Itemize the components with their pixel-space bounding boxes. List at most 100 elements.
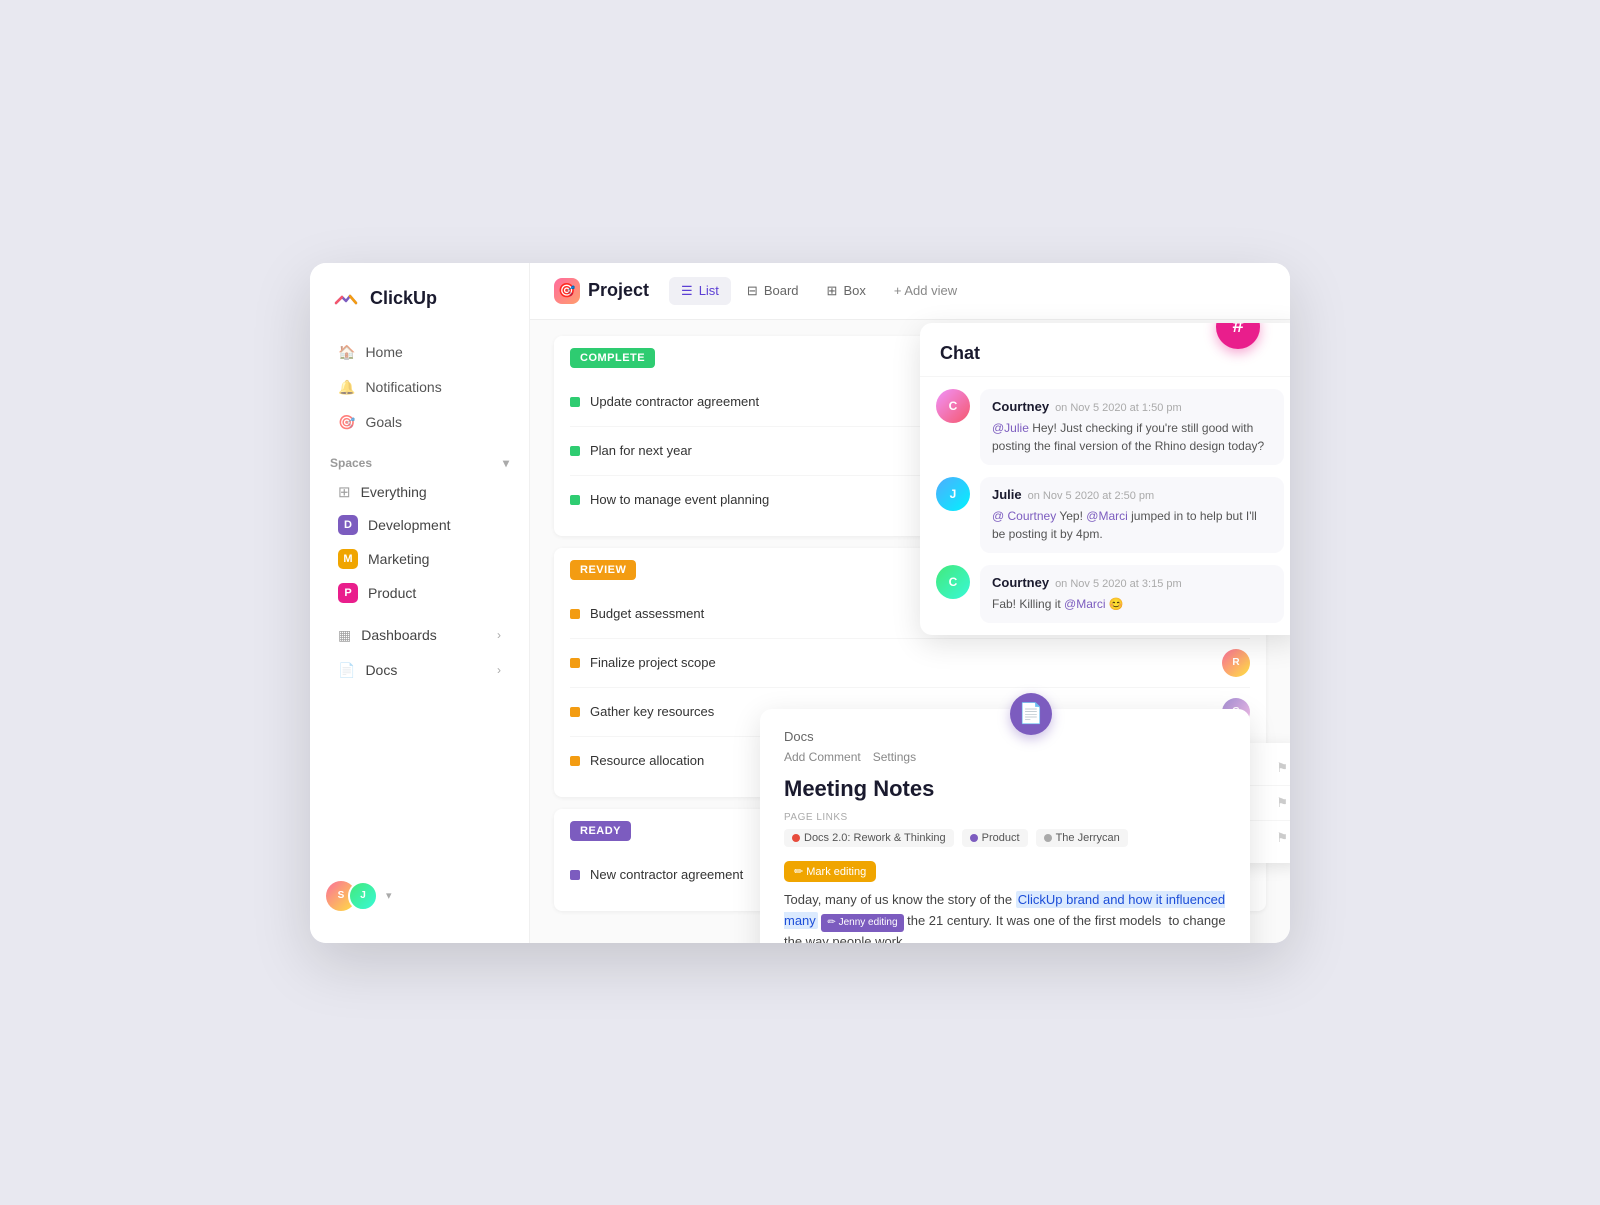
flag-icon-1: ⚑ — [1276, 760, 1288, 776]
task-row[interactable]: Finalize project scope R — [570, 639, 1250, 688]
courtney-avatar: C — [936, 389, 970, 423]
docs-panel: 📄 Docs Add Comment Settings Meeting Note… — [760, 709, 1250, 943]
list-icon: ☰ — [681, 283, 693, 299]
view-tabs: ☰ List ⊟ Board ⊞ Box + Add view — [669, 277, 969, 305]
mention-courtney: @ Courtney — [992, 509, 1056, 523]
logo-area: ClickUp — [310, 283, 529, 335]
tab-board[interactable]: ⊟ Board — [735, 277, 811, 305]
courtney2-avatar: C — [936, 565, 970, 599]
top-bar: 🎯 Project ☰ List ⊟ Board ⊞ Box + Add vie… — [530, 263, 1290, 320]
mention-marci: @Marci — [1086, 509, 1128, 523]
page-links: Docs 2.0: Rework & Thinking Product The … — [784, 829, 1226, 847]
task-status-dot — [570, 397, 580, 407]
tab-box[interactable]: ⊞ Box — [815, 277, 878, 305]
complete-badge: COMPLETE — [570, 348, 655, 368]
dashboards-chevron-icon: › — [497, 628, 501, 642]
docs-actions: Add Comment Settings — [784, 750, 1226, 764]
user-area[interactable]: S J ▾ — [310, 869, 529, 923]
page-link-dot-3 — [1044, 834, 1052, 842]
sidebar-item-marketing[interactable]: M Marketing — [318, 542, 521, 576]
sidebar-item-goals[interactable]: 🎯 Goals — [318, 405, 521, 440]
grid-icon: ⊞ — [338, 483, 351, 501]
sidebar-item-dashboards[interactable]: ▦ Dashboards › — [318, 618, 521, 653]
sidebar-item-everything[interactable]: ⊞ Everything — [318, 476, 521, 508]
notifications-label: Notifications — [365, 379, 441, 395]
review-badge: REVIEW — [570, 560, 636, 580]
chat-author-3: Courtney — [992, 575, 1049, 590]
spaces-section-header: Spaces ▾ — [310, 440, 529, 476]
app-name: ClickUp — [370, 288, 437, 309]
project-title: 🎯 Project — [554, 278, 649, 304]
chat-text-3: Fab! Killing it @Marci 😊 — [992, 595, 1272, 613]
sidebar-item-home[interactable]: 🏠 Home — [318, 335, 521, 370]
chat-author-1: Courtney — [992, 399, 1049, 414]
marketing-badge: M — [338, 549, 358, 569]
page-links-label: PAGE LINKS — [784, 812, 1226, 823]
docs-chevron-icon: › — [497, 663, 501, 677]
chat-bubble-1: Courtney on Nov 5 2020 at 1:50 pm @Julie… — [980, 389, 1284, 465]
mention-marci2: @Marci — [1064, 597, 1106, 611]
sidebar: ClickUp 🏠 Home 🔔 Notifications 🎯 Goals S… — [310, 263, 530, 943]
app-container: ClickUp 🏠 Home 🔔 Notifications 🎯 Goals S… — [310, 263, 1290, 943]
page-link-1[interactable]: Docs 2.0: Rework & Thinking — [784, 829, 954, 847]
task-status-dot — [570, 658, 580, 668]
settings-button[interactable]: Settings — [873, 750, 916, 764]
chat-message-3: C Courtney on Nov 5 2020 at 3:15 pm Fab!… — [936, 565, 1284, 623]
chat-bubble-3: Courtney on Nov 5 2020 at 3:15 pm Fab! K… — [980, 565, 1284, 623]
task-status-dot — [570, 495, 580, 505]
sidebar-item-development[interactable]: D Development — [318, 508, 521, 542]
sidebar-item-product[interactable]: P Product — [318, 576, 521, 610]
task-status-dot — [570, 609, 580, 619]
development-label: Development — [368, 517, 451, 533]
add-comment-button[interactable]: Add Comment — [784, 750, 861, 764]
dashboard-icon: ▦ — [338, 627, 351, 644]
julie-avatar: J — [936, 477, 970, 511]
docs-floating-button[interactable]: 📄 — [1010, 693, 1052, 735]
flag-icon-3: ⚑ — [1276, 830, 1288, 846]
mark-editing-button[interactable]: ✏ Mark editing — [784, 861, 876, 882]
everything-label: Everything — [361, 484, 427, 500]
goals-icon: 🎯 — [338, 414, 355, 431]
chat-text-2: @ Courtney Yep! @Marci jumped in to help… — [992, 507, 1272, 543]
page-link-3[interactable]: The Jerrycan — [1036, 829, 1128, 847]
chat-time-2: on Nov 5 2020 at 2:50 pm — [1028, 490, 1155, 502]
tab-list[interactable]: ☰ List — [669, 277, 731, 305]
chat-meta-1: Courtney on Nov 5 2020 at 1:50 pm — [992, 399, 1272, 414]
task-name: Finalize project scope — [590, 655, 1212, 670]
page-link-dot-1 — [792, 834, 800, 842]
board-icon: ⊟ — [747, 283, 758, 299]
bell-icon: 🔔 — [338, 379, 355, 396]
marketing-label: Marketing — [368, 551, 429, 567]
chat-time-3: on Nov 5 2020 at 3:15 pm — [1055, 578, 1182, 590]
home-label: Home — [365, 344, 402, 360]
docs-title: Meeting Notes — [784, 776, 1226, 802]
chat-message-2: J Julie on Nov 5 2020 at 2:50 pm @ Court… — [936, 477, 1284, 553]
project-icon: 🎯 — [554, 278, 580, 304]
flag-icon-2: ⚑ — [1276, 795, 1288, 811]
chat-text-1: @Julie Hey! Just checking if you're stil… — [992, 419, 1272, 455]
chat-meta-3: Courtney on Nov 5 2020 at 3:15 pm — [992, 575, 1272, 590]
box-icon: ⊞ — [827, 283, 838, 299]
page-link-dot-2 — [970, 834, 978, 842]
jenny-editing-badge: ✏ Jenny editing — [821, 914, 903, 932]
avatar-user2: J — [348, 881, 378, 911]
chat-meta-2: Julie on Nov 5 2020 at 2:50 pm — [992, 487, 1272, 502]
add-view-button[interactable]: + Add view — [882, 277, 969, 304]
task-status-dot — [570, 756, 580, 766]
chat-author-2: Julie — [992, 487, 1022, 502]
task-status-dot — [570, 446, 580, 456]
home-icon: 🏠 — [338, 344, 355, 361]
goals-label: Goals — [365, 414, 402, 430]
ready-badge: READY — [570, 821, 631, 841]
development-badge: D — [338, 515, 358, 535]
sidebar-item-docs[interactable]: 📄 Docs › — [318, 653, 521, 688]
page-link-2[interactable]: Product — [962, 829, 1028, 847]
task-status-dot — [570, 870, 580, 880]
sidebar-item-notifications[interactable]: 🔔 Notifications — [318, 370, 521, 405]
product-label: Product — [368, 585, 416, 601]
user-chevron-icon: ▾ — [386, 889, 392, 902]
docs-icon: 📄 — [338, 662, 355, 679]
chat-bubble-2: Julie on Nov 5 2020 at 2:50 pm @ Courtne… — [980, 477, 1284, 553]
chat-panel: # Chat C Courtney on Nov 5 2020 at 1:50 … — [920, 323, 1290, 635]
task-avatar: R — [1222, 649, 1250, 677]
